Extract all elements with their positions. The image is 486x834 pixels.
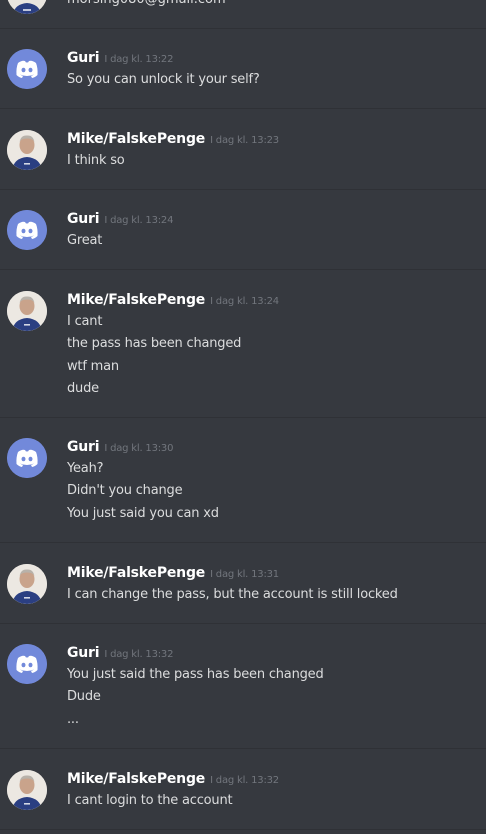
message-header: Mike/FalskePenge I dag kl. 13:32 [67,768,279,788]
username[interactable]: Mike/FalskePenge [67,131,205,147]
message-line: Didn't you change [67,483,183,499]
profile-photo-icon [7,770,47,810]
message-line: I cant login to the account [67,793,233,808]
message-content: You just said the pass has been changed … [67,664,324,731]
profile-photo-avatar[interactable] [7,291,47,331]
message-content: So you can unlock it your self? [67,69,260,91]
message-line: You just said the pass has been changed [67,667,324,682]
profile-photo-avatar[interactable] [7,770,47,810]
message-header: Mike/FalskePenge I dag kl. 13:23 [67,128,279,148]
timestamp: I dag kl. 13:32 [104,649,174,660]
message-header: Mike/FalskePenge I dag kl. 13:31 [67,562,279,582]
username[interactable]: Mike/FalskePenge [67,292,205,308]
message-line: I can change the pass, but the account i… [67,587,398,602]
message-divider [0,623,486,624]
profile-photo-avatar[interactable] [7,564,47,604]
message-header: Mike/FalskePenge I dag kl. 13:24 [67,289,279,309]
message-content: I cant login to the account [67,790,233,812]
message-content: Great [67,230,102,252]
message-line: Great [67,233,103,248]
message-line: dude [67,381,99,397]
discord-logo-icon[interactable] [7,210,47,250]
timestamp: I dag kl. 13:24 [104,215,174,226]
timestamp: I dag kl. 13:32 [210,775,279,786]
message-header: Guri I dag kl. 13:32 [67,642,173,662]
message-content: Yeah? Didn't you change You just said yo… [67,458,219,525]
message-content: I cant the pass has been changed wtf man… [67,311,241,401]
username[interactable]: Guri [67,211,100,227]
profile-photo-icon [7,564,47,604]
timestamp: I dag kl. 13:23 [210,135,279,146]
profile-photo-icon [7,130,47,170]
message-divider [0,829,486,830]
message-divider [0,108,486,109]
discord-logo-icon[interactable] [7,438,47,478]
message-line: Dude [67,689,101,705]
profile-photo-icon [7,0,47,14]
timestamp: I dag kl. 13:24 [210,296,279,307]
message-line: ... [67,711,79,727]
message-line: Yeah? [67,461,104,476]
username[interactable]: Mike/FalskePenge [67,565,205,581]
message-content: I think so [67,150,125,172]
username[interactable]: Guri [67,645,100,661]
message-header: Guri I dag kl. 13:30 [67,436,173,456]
message-line: I think so [67,153,125,168]
timestamp: I dag kl. 13:30 [104,443,174,454]
message-line: I cant [67,314,103,329]
discord-logo-icon[interactable] [7,644,47,684]
message-line: the pass has been changed [67,336,242,352]
username[interactable]: Mike/FalskePenge [67,771,205,787]
message-line: wtf man [67,358,119,374]
message-divider [0,28,486,29]
message-header: Guri I dag kl. 13:24 [67,208,173,228]
timestamp: I dag kl. 13:31 [210,569,279,580]
message-divider [0,417,486,418]
message-divider [0,269,486,270]
chat-message-list[interactable]: morsing080@gmail.com Guri I dag kl. 13:22… [0,0,486,834]
profile-photo-icon [7,291,47,331]
message-divider [0,189,486,190]
profile-photo-avatar[interactable] [7,130,47,170]
message-line: So you can unlock it your self? [67,72,260,87]
message-content: I can change the pass, but the account i… [67,584,398,606]
message-line: You just said you can xd [67,505,219,521]
profile-photo-avatar[interactable] [7,0,47,14]
timestamp: I dag kl. 13:22 [104,54,174,65]
message-header: Guri I dag kl. 13:22 [67,47,173,67]
username[interactable]: Guri [67,439,100,455]
discord-logo-icon[interactable] [7,49,47,89]
message-divider [0,748,486,749]
message-line: morsing080@gmail.com [67,0,226,8]
username[interactable]: Guri [67,50,100,66]
message-divider [0,542,486,543]
